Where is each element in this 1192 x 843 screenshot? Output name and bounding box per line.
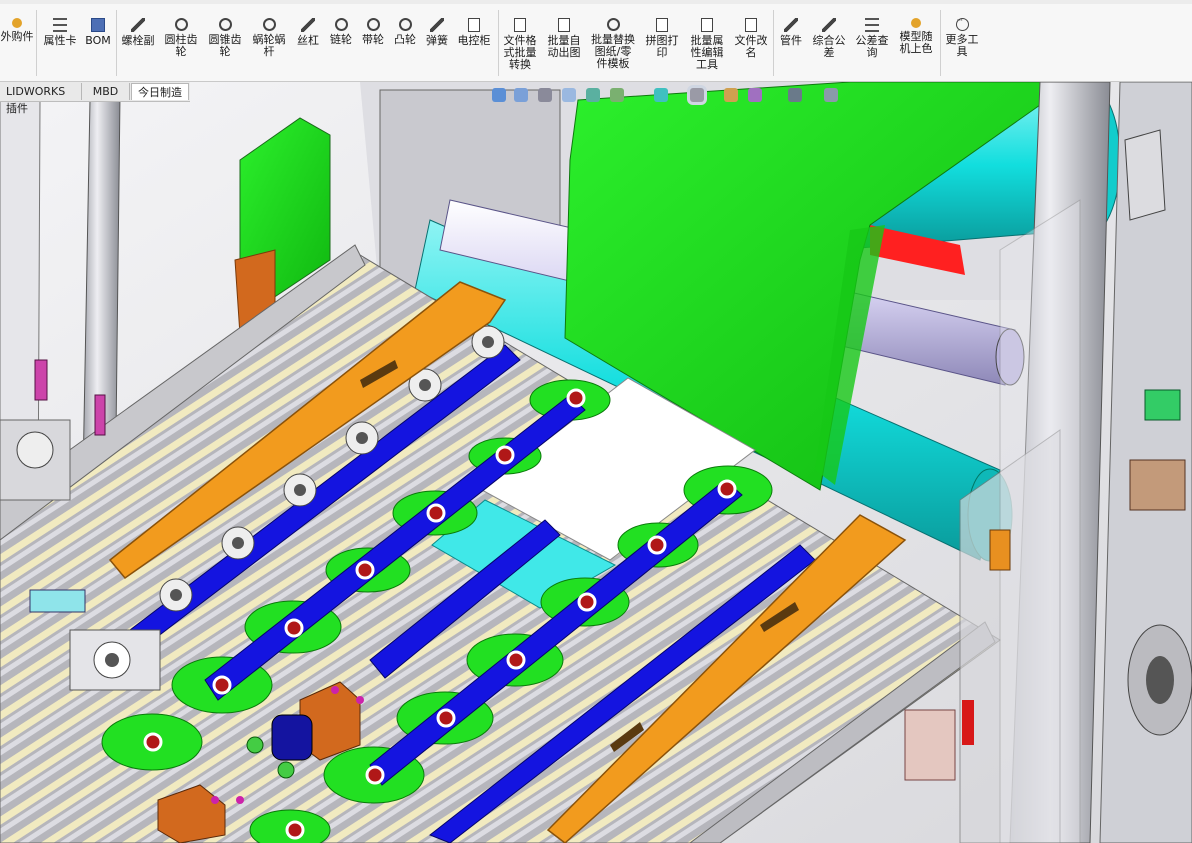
toolbar-button-label: 模型随 机上色 <box>899 30 933 55</box>
toolbar-button-label: 批量自 动出图 <box>547 34 581 59</box>
display-style-icon[interactable] <box>654 88 668 102</box>
toolbar-button-label: 弹簧 <box>426 34 448 47</box>
toolbar-button-property-edit[interactable]: 批量属 性编辑 工具 <box>686 18 728 71</box>
bom-icon <box>91 18 105 32</box>
view-settings-icon[interactable] <box>824 88 838 102</box>
toolbar-button-label: 蜗轮蜗 杆 <box>252 33 286 58</box>
pulley-icon <box>366 18 380 31</box>
toolbar-button-electrical-cabinet[interactable]: 电控柜 <box>454 18 494 47</box>
toolbar-button-label: 凸轮 <box>394 33 416 46</box>
toolbar-button-label: 丝杠 <box>297 34 319 47</box>
toolbar-button-rename[interactable]: 文件改 名 <box>730 18 772 59</box>
graphics-viewport[interactable] <box>0 82 1192 843</box>
worm-gear-icon <box>262 18 276 31</box>
hide-show-icon[interactable] <box>690 88 704 102</box>
toolbar-button-template-replace[interactable]: 批量替换 图纸/零 件模板 <box>588 18 638 70</box>
ribbon-top-strip <box>0 0 1192 4</box>
spur-gear-icon <box>174 18 188 31</box>
toolbar-button-tolerance-query[interactable]: 公差查 询 <box>852 18 892 59</box>
toolbar-button-pulley[interactable]: 带轮 <box>357 18 389 46</box>
toolbar-button-label: 管件 <box>780 34 802 47</box>
toolbar-button-bevel-gear[interactable]: 圆锥齿 轮 <box>204 18 246 58</box>
cad-model <box>0 82 1192 843</box>
toolbar-button-label: 公差查 询 <box>855 34 889 59</box>
toolbar-button-spring[interactable]: 弹簧 <box>421 18 453 47</box>
toolbar-button-collage-print[interactable]: 拼图打 印 <box>641 18 683 59</box>
lead-screw-icon <box>301 18 315 32</box>
toolbar-separator <box>116 10 117 76</box>
toolbar-button-label: 电控柜 <box>457 34 491 47</box>
toolbar-button-label: 螺栓副 <box>121 34 155 47</box>
toolbar-button-pipe[interactable]: 管件 <box>775 18 807 47</box>
toolbar-button-label: 综合公 差 <box>812 34 846 59</box>
spring-icon <box>430 18 444 32</box>
toolbar-separator <box>36 10 37 76</box>
toolbar-button-label: 文件格 式批量 转换 <box>503 34 537 71</box>
toolbar-button-batch-convert[interactable]: 文件格 式批量 转换 <box>500 18 540 71</box>
toolbar-button-label: 链轮 <box>330 33 352 46</box>
rename-icon <box>745 18 757 32</box>
heads-up-view-toolbar <box>488 84 878 108</box>
toolbar-button-label: 圆锥齿 轮 <box>208 33 242 58</box>
toolbar-separator <box>498 10 499 76</box>
tolerance-query-icon <box>865 18 879 32</box>
ribbon-toolbar: 外购件 属性卡 BOM 螺栓副 圆柱齿 轮 圆锥齿 轮 蜗轮蜗 杆 丝杠 链轮 … <box>0 0 1192 82</box>
orange-part-icon <box>12 18 22 28</box>
tab-mbd[interactable]: MBD <box>82 83 130 100</box>
toolbar-button-auto-drawing[interactable]: 批量自 动出图 <box>543 18 585 59</box>
toolbar-button-label: 文件改 名 <box>734 34 768 59</box>
random-color-icon <box>911 18 921 28</box>
edit-appearance-icon[interactable] <box>724 88 738 102</box>
toolbar-separator <box>773 10 774 76</box>
display-settings-icon[interactable] <box>788 88 802 102</box>
toolbar-button-label: 属性卡 <box>43 34 77 47</box>
command-manager-tabs: LIDWORKS 插件 MBD 今日制造 <box>0 82 190 115</box>
previous-view-icon[interactable] <box>538 88 552 102</box>
tab-solidworks-plugins[interactable]: LIDWORKS 插件 <box>0 83 82 115</box>
toolbar-button-tolerance[interactable]: 综合公 差 <box>808 18 850 59</box>
bolt-icon <box>131 18 145 32</box>
dynamic-annotation-icon[interactable] <box>586 88 600 102</box>
toolbar-button-property-card[interactable]: 属性卡 <box>40 18 80 47</box>
template-replace-icon <box>606 18 620 31</box>
toolbar-button-sprocket[interactable]: 链轮 <box>325 18 357 46</box>
toolbar-button-label: 带轮 <box>362 33 384 46</box>
toolbar-button-random-color[interactable]: 模型随 机上色 <box>894 18 938 55</box>
toolbar-button-bolt-pair[interactable]: 螺栓副 <box>118 18 158 47</box>
toolbar-button-worm-gear[interactable]: 蜗轮蜗 杆 <box>248 18 290 58</box>
toolbar-button-label: 拼图打 印 <box>645 34 679 59</box>
batch-convert-icon <box>514 18 526 32</box>
toolbar-button-label: 批量属 性编辑 工具 <box>690 34 724 71</box>
scene-icon[interactable] <box>748 88 762 102</box>
property-card-icon <box>53 18 67 32</box>
toolbar-button-label: 圆柱齿 轮 <box>164 33 198 58</box>
cam-icon <box>398 18 412 31</box>
sprocket-icon <box>334 18 348 31</box>
pipe-icon <box>784 18 798 32</box>
zoom-fit-icon[interactable] <box>492 88 506 102</box>
property-edit-icon <box>701 18 713 32</box>
bevel-gear-icon <box>218 18 232 31</box>
toolbar-button-cam[interactable]: 凸轮 <box>389 18 421 46</box>
toolbar-button-label: 批量替换 图纸/零 件模板 <box>591 33 635 70</box>
toolbar-button-spur-gear[interactable]: 圆柱齿 轮 <box>160 18 202 58</box>
zoom-area-icon[interactable] <box>514 88 528 102</box>
toolbar-button-label: BOM <box>85 34 111 47</box>
tolerance-icon <box>822 18 836 32</box>
tab-today-manufacturing[interactable]: 今日制造 <box>131 83 189 100</box>
section-view-icon[interactable] <box>562 88 576 102</box>
toolbar-button-label: 更多工 具 <box>945 33 979 58</box>
toolbar-button-lead-screw[interactable]: 丝杠 <box>292 18 324 47</box>
toolbar-separator <box>940 10 941 76</box>
toolbar-button-more-tools[interactable]: 更多工 具 <box>942 15 982 58</box>
toolbar-button-label: 外购件 <box>0 30 34 43</box>
more-tools-icon <box>955 15 969 31</box>
toolbar-button-purchased-parts[interactable]: 外购件 <box>0 18 34 43</box>
view-orientation-icon[interactable] <box>610 88 624 102</box>
print-icon <box>656 18 668 32</box>
auto-drawing-icon <box>558 18 570 32</box>
toolbar-button-bom[interactable]: BOM <box>82 18 114 47</box>
cabinet-icon <box>468 18 480 32</box>
